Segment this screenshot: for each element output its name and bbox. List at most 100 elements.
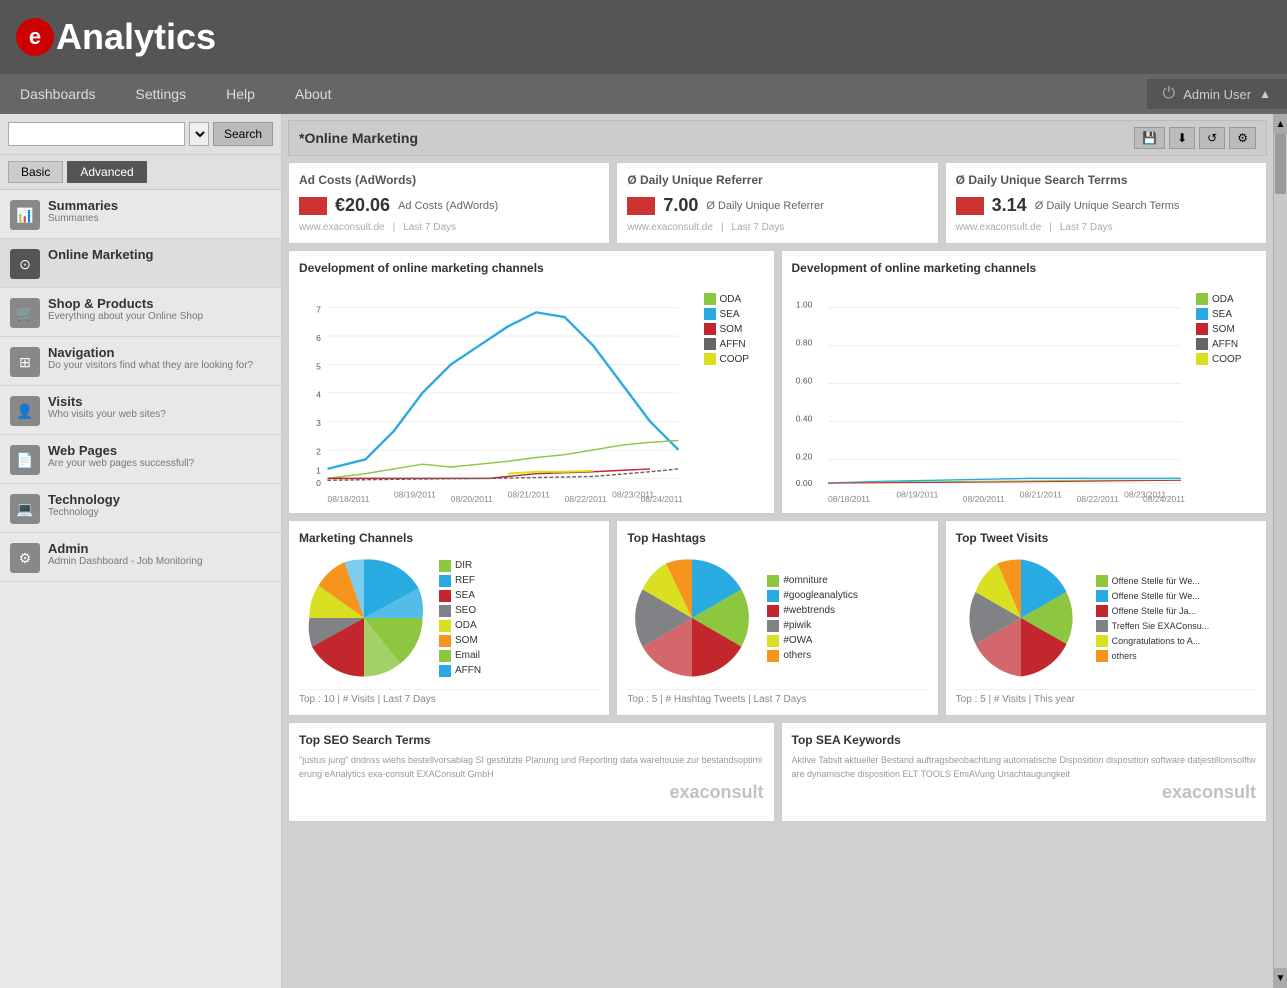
nav-help[interactable]: Help: [206, 74, 275, 114]
svg-text:0.40: 0.40: [795, 413, 812, 423]
legend2-oda: ODA: [1196, 293, 1256, 305]
legend-sea-label: SEA: [720, 309, 740, 320]
sidebar-item-web-pages[interactable]: 📄 Web Pages Are your web pages successfu…: [0, 435, 281, 484]
svg-text:08/24/2011: 08/24/2011: [641, 494, 683, 503]
legend-affn-label: AFFN: [720, 339, 746, 350]
shop-products-sub: Everything about your Online Shop: [48, 311, 203, 322]
scroll-track: [1274, 134, 1287, 968]
legend-som: SOM: [704, 323, 764, 335]
svg-text:08/22/2011: 08/22/2011: [1076, 494, 1118, 503]
svg-text:08/22/2011: 08/22/2011: [565, 494, 607, 503]
pie-mc-container: DIR REF SEA SEO ODA SOM Email AFFN: [299, 553, 599, 683]
svg-text:0: 0: [316, 478, 321, 488]
seo-brand: exaconsult: [299, 782, 764, 803]
search-input[interactable]: [8, 122, 185, 146]
ad-costs-bar: [299, 197, 327, 215]
visits-icon: 👤: [10, 396, 40, 426]
pie-hashtags: Top Hashtags #omniture #googleanalytics: [616, 520, 938, 716]
search-bar-indicator: [956, 197, 984, 215]
main-layout: ▼ Search Basic Advanced 📊 Summaries Summ…: [0, 114, 1287, 988]
visits-sub: Who visits your web sites?: [48, 409, 166, 420]
sidebar-item-navigation[interactable]: ⊞ Navigation Do your visitors find what …: [0, 337, 281, 386]
svg-text:08/18/2011: 08/18/2011: [828, 494, 870, 503]
search-label: Ø Daily Unique Search Terms: [1035, 200, 1180, 212]
line-chart-2: Development of online marketing channels…: [781, 250, 1268, 514]
kpi-cards-row: Ad Costs (AdWords) €20.06 Ad Costs (AdWo…: [288, 162, 1267, 244]
sea-title: Top SEA Keywords: [792, 733, 1257, 747]
card-search-terms: Ø Daily Unique Search Terrms 3.14 Ø Dail…: [945, 162, 1267, 244]
search-select[interactable]: ▼: [189, 122, 209, 146]
search-period: Last 7 Days: [1060, 222, 1113, 233]
sidebar-item-shop-products[interactable]: 🛒 Shop & Products Everything about your …: [0, 288, 281, 337]
sidebar-item-technology[interactable]: 💻 Technology Technology: [0, 484, 281, 533]
admin-sub: Admin Dashboard - Job Monitoring: [48, 556, 203, 567]
svg-text:08/20/2011: 08/20/2011: [962, 494, 1004, 503]
svg-text:08/19/2011: 08/19/2011: [394, 489, 436, 499]
user-menu-button[interactable]: ⏻ Admin User ▲: [1147, 79, 1287, 109]
pie-tv-footer: Top : 5 | # Visits | This year: [956, 689, 1256, 705]
svg-text:08/21/2011: 08/21/2011: [508, 489, 550, 499]
seo-search-terms: Top SEO Search Terms "justus jung" dndns…: [288, 722, 775, 822]
visits-title: Visits: [48, 394, 166, 409]
svg-text:0.60: 0.60: [795, 376, 812, 386]
navigation-icon: ⊞: [10, 347, 40, 377]
line-chart-1: Development of online marketing channels…: [288, 250, 775, 514]
legend-coop: COOP: [704, 353, 764, 365]
nav-about[interactable]: About: [275, 74, 352, 114]
pie-tv-container: Offene Stelle für We... Offene Stelle fü…: [956, 553, 1256, 683]
ad-costs-footer: www.exaconsult.de | Last 7 Days: [299, 222, 599, 233]
online-marketing-title: Online Marketing: [48, 247, 153, 262]
sidebar-item-summaries[interactable]: 📊 Summaries Summaries: [0, 190, 281, 239]
pie-mc-title: Marketing Channels: [299, 531, 599, 545]
card-ad-costs-value: €20.06 Ad Costs (AdWords): [299, 195, 599, 216]
page-title: *Online Marketing: [299, 130, 418, 146]
scroll-up-button[interactable]: ▲: [1274, 114, 1287, 134]
legend-affn: AFFN: [704, 338, 764, 350]
nav-dashboards[interactable]: Dashboards: [0, 74, 116, 114]
content-header: *Online Marketing 💾 ⬇ ↺ ⚙: [288, 120, 1267, 156]
search-bar: ▼ Search: [0, 114, 281, 155]
power-icon: ⏻: [1163, 85, 1176, 103]
logo-icon: e: [16, 18, 54, 56]
line-charts-row: Development of online marketing channels…: [288, 250, 1267, 514]
pie-ht-chart: [627, 553, 757, 683]
sidebar: ▼ Search Basic Advanced 📊 Summaries Summ…: [0, 114, 282, 988]
technology-title: Technology: [48, 492, 120, 507]
download-button[interactable]: ⬇: [1169, 127, 1195, 149]
technology-sub: Technology: [48, 507, 120, 518]
sidebar-item-admin[interactable]: ⚙ Admin Admin Dashboard - Job Monitoring: [0, 533, 281, 582]
scrollbar[interactable]: ▲ ▼: [1273, 114, 1287, 988]
svg-text:0.80: 0.80: [795, 338, 812, 348]
pie-mc-footer: Top : 10 | # Visits | Last 7 Days: [299, 689, 599, 705]
tab-basic[interactable]: Basic: [8, 161, 63, 183]
ad-costs-site: www.exaconsult.de: [299, 222, 385, 233]
card-search-value: 3.14 Ø Daily Unique Search Terms: [956, 195, 1256, 216]
pie-mc-legend: DIR REF SEA SEO ODA SOM Email AFFN: [439, 560, 529, 677]
pie-ht-footer: Top : 5 | # Hashtag Tweets | Last 7 Days: [627, 689, 927, 705]
separator: |: [393, 222, 396, 233]
legend-som-label: SOM: [720, 324, 743, 335]
sidebar-item-visits[interactable]: 👤 Visits Who visits your web sites?: [0, 386, 281, 435]
refresh-button[interactable]: ↺: [1199, 127, 1225, 149]
scroll-thumb[interactable]: [1275, 134, 1286, 194]
search-button[interactable]: Search: [213, 122, 273, 146]
nav-settings[interactable]: Settings: [116, 74, 207, 114]
sidebar-item-online-marketing[interactable]: ⊙ Online Marketing: [0, 239, 281, 288]
legend2-coop: COOP: [1196, 353, 1256, 365]
save-button[interactable]: 💾: [1134, 127, 1165, 149]
app-title: Analytics: [56, 16, 216, 58]
web-pages-icon: 📄: [10, 445, 40, 475]
search-footer: www.exaconsult.de | Last 7 Days: [956, 222, 1256, 233]
chevron-up-icon: ▲: [1259, 87, 1271, 101]
web-pages-sub: Are your web pages successfull?: [48, 458, 194, 469]
svg-text:08/21/2011: 08/21/2011: [1019, 489, 1061, 499]
svg-text:7: 7: [316, 304, 321, 314]
scroll-down-button[interactable]: ▼: [1274, 968, 1287, 988]
settings-button[interactable]: ⚙: [1229, 127, 1256, 149]
tab-advanced[interactable]: Advanced: [67, 161, 146, 183]
navbar: Dashboards Settings Help About ⏻ Admin U…: [0, 74, 1287, 114]
logo: e Analytics: [16, 16, 216, 58]
svg-text:08/19/2011: 08/19/2011: [896, 489, 938, 499]
svg-text:2: 2: [316, 447, 321, 457]
referrer-num: 7.00: [663, 195, 698, 216]
